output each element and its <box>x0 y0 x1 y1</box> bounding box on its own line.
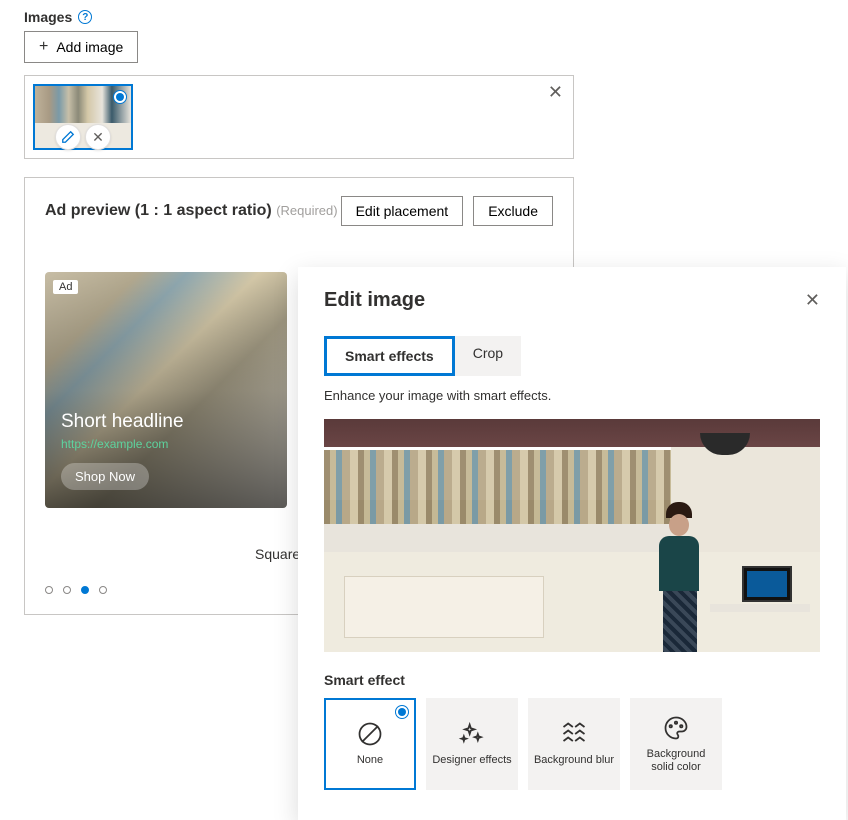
page-dot[interactable] <box>99 586 107 594</box>
close-icon[interactable]: ✕ <box>805 290 820 311</box>
image-thumbnails-container: ✕ ✕ <box>24 75 574 159</box>
modal-tabs: Smart effects Crop <box>324 336 820 376</box>
ad-headline: Short headline <box>61 411 184 433</box>
remove-thumbnail-icon[interactable]: ✕ <box>85 124 111 150</box>
required-label: (Required) <box>276 203 337 218</box>
images-label-text: Images <box>24 9 72 25</box>
page-dot[interactable] <box>81 586 89 594</box>
edit-placement-button[interactable]: Edit placement <box>341 196 464 226</box>
images-section-label: Images ? <box>24 9 824 25</box>
page-dot[interactable] <box>45 586 53 594</box>
add-image-label: Add image <box>56 39 123 55</box>
effect-none[interactable]: None <box>324 698 416 790</box>
blur-icon <box>560 720 588 748</box>
smart-effect-label: Smart effect <box>324 672 820 688</box>
image-thumbnail[interactable]: ✕ <box>33 84 133 150</box>
edit-image-modal: Edit image ✕ Smart effects Crop Enhance … <box>298 267 846 820</box>
ad-preview-image: Ad Short headline https://example.com Sh… <box>45 272 287 508</box>
effect-radio <box>395 705 409 719</box>
ad-cta-button[interactable]: Shop Now <box>61 463 149 490</box>
effect-background-solid-color[interactable]: Background solid color <box>630 698 722 790</box>
close-icon[interactable]: ✕ <box>548 82 563 103</box>
ad-badge: Ad <box>53 280 78 294</box>
palette-icon <box>662 714 690 742</box>
add-image-button[interactable]: + Add image <box>24 31 138 63</box>
modal-title: Edit image <box>324 289 425 312</box>
tab-crop[interactable]: Crop <box>455 336 521 376</box>
effects-row: None Designer effects Background blur Ba… <box>324 698 820 790</box>
thumbnail-radio[interactable] <box>113 90 127 104</box>
effect-background-blur[interactable]: Background blur <box>528 698 620 790</box>
effect-designer[interactable]: Designer effects <box>426 698 518 790</box>
help-icon[interactable]: ? <box>78 10 92 24</box>
effect-label: None <box>353 754 387 767</box>
none-icon <box>356 720 384 748</box>
tab-smart-effects[interactable]: Smart effects <box>324 336 455 376</box>
tab-description: Enhance your image with smart effects. <box>324 388 820 403</box>
preview-title: Ad preview (1 : 1 aspect ratio) <box>45 202 272 219</box>
page-dot[interactable] <box>63 586 71 594</box>
effect-label: Background blur <box>530 754 618 767</box>
ad-url: https://example.com <box>61 437 184 451</box>
image-preview <box>324 419 820 652</box>
sparkle-icon <box>458 720 486 748</box>
effect-label: Background solid color <box>630 748 722 774</box>
edit-thumbnail-icon[interactable] <box>55 124 81 150</box>
exclude-button[interactable]: Exclude <box>473 196 553 226</box>
effect-label: Designer effects <box>428 754 515 767</box>
plus-icon: + <box>39 38 48 56</box>
